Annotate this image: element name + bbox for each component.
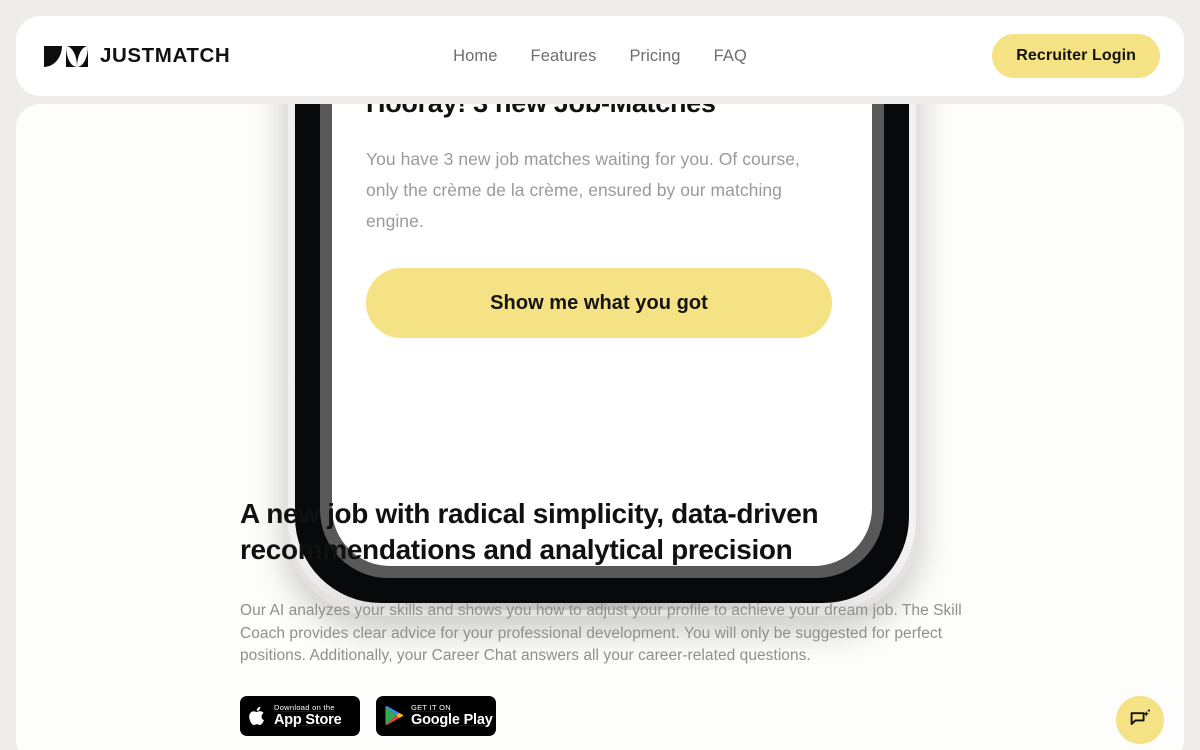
section-body-text: Our AI analyzes your skills and shows yo… [240, 602, 962, 665]
site-header: JUSTMATCH Home Features Pricing FAQ Recr… [16, 16, 1184, 96]
brand-logo[interactable]: JUSTMATCH [44, 43, 231, 67]
app-store-badge-text: Download on the App Store [274, 702, 342, 729]
google-play-badge-text: GET IT ON Google Play [411, 704, 493, 728]
app-store-badge[interactable]: Download on the App Store [240, 695, 360, 736]
google-play-badge[interactable]: GET IT ON Google Play [376, 695, 496, 736]
nav-item-home[interactable]: Home [453, 47, 497, 66]
justmatch-logo-mark-icon [44, 45, 88, 67]
phone-screen-body: You have 3 new job matches waiting for y… [366, 149, 800, 231]
page-root: JUSTMATCH Home Features Pricing FAQ Recr… [0, 0, 1200, 750]
nav-item-faq[interactable]: FAQ [714, 47, 747, 66]
main-content-card: Hooray! 3 new Job-Matches You have 3 new… [16, 104, 1184, 750]
section-content: A new job with radical simplicity, data-… [240, 496, 980, 736]
app-store-badges: Download on the App Store GET IT ON Goog… [240, 695, 980, 736]
app-store-badge-small: Download on the [274, 702, 335, 712]
recruiter-login-button[interactable]: Recruiter Login [992, 34, 1160, 78]
brand-name: JUSTMATCH [100, 43, 231, 67]
google-play-badge-small: GET IT ON [411, 702, 451, 712]
chat-sparkle-icon [1130, 709, 1150, 725]
show-matches-button[interactable]: Show me what you got [366, 268, 832, 338]
nav-item-pricing[interactable]: Pricing [629, 47, 680, 66]
apple-logo-icon [249, 706, 264, 725]
app-store-badge-large: App Store [274, 712, 342, 729]
career-chat-fab[interactable] [1116, 696, 1164, 744]
phone-screen-title: Hooray! 3 new Job-Matches [366, 104, 846, 119]
section-heading: A new job with radical simplicity, data-… [240, 498, 819, 565]
google-play-icon [385, 706, 404, 726]
primary-nav: Home Features Pricing FAQ [453, 47, 747, 66]
google-play-badge-large: Google Play [411, 712, 493, 729]
nav-item-features[interactable]: Features [531, 47, 597, 66]
